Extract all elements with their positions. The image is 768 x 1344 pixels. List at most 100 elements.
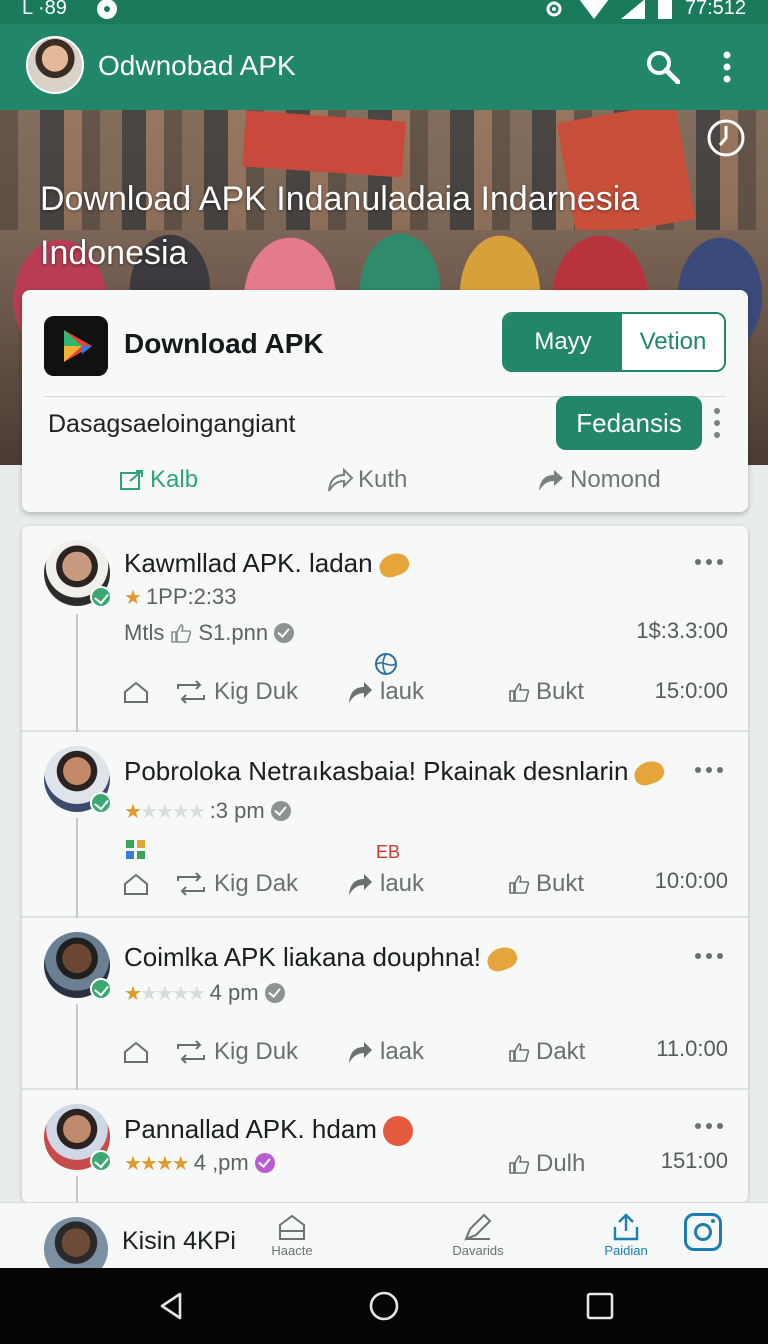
- like-action[interactable]: Bukt: [508, 870, 584, 898]
- verified-check-icon: [90, 978, 112, 1000]
- post-item[interactable]: Pannallad APK. hdam ★★★★ 4 ,pm Dulh 151:…: [22, 1090, 748, 1202]
- like-action[interactable]: Dakt: [508, 1038, 585, 1066]
- kalb-action[interactable]: Kalb: [118, 466, 198, 494]
- home-button-icon[interactable]: [368, 1290, 400, 1322]
- author-avatar[interactable]: [44, 1104, 112, 1172]
- nav-item-haacte[interactable]: Haacte: [252, 1213, 332, 1258]
- meta-time: 4 pm: [209, 980, 259, 1005]
- kuth-label: Kuth: [358, 466, 408, 493]
- repost-action[interactable]: Kig Dak: [174, 870, 298, 898]
- like-action[interactable]: Dulh: [508, 1150, 585, 1178]
- segment-mayy[interactable]: Mayy: [504, 314, 622, 370]
- app-name: Download APK: [124, 328, 324, 359]
- bottom-navigation: Kisin 4KPi Haacte Davarids Paidian: [0, 1202, 768, 1281]
- more-vert-icon[interactable]: [708, 406, 726, 440]
- notification-dot-icon: [96, 0, 117, 19]
- repost-icon: [177, 1040, 205, 1064]
- post-meta-row: ★★★★★ :3 pm: [124, 798, 291, 824]
- like-label: Dakt: [536, 1038, 586, 1065]
- post-item[interactable]: Pobroloka Netraıkasbaia! Pkainak desnlar…: [22, 732, 748, 918]
- signal-icon: [620, 0, 645, 19]
- nomond-action[interactable]: Nomond: [536, 466, 661, 494]
- home-icon: [279, 1214, 305, 1240]
- back-icon[interactable]: [156, 1290, 188, 1322]
- repost-icon: [177, 680, 205, 704]
- thumb-up-icon: [509, 875, 530, 894]
- repost-icon: [177, 872, 205, 896]
- post-item[interactable]: Coimlka APK liakana douphna! ★★★★★ 4 pm …: [22, 918, 748, 1090]
- globe-icon: [375, 653, 397, 675]
- nav-item-paidian[interactable]: Paidian: [586, 1213, 666, 1258]
- share-action[interactable]: lauk: [346, 870, 424, 898]
- more-horiz-icon[interactable]: [694, 1122, 724, 1130]
- action-time: 151:00: [660, 1148, 728, 1173]
- nav-label: Davarids: [452, 1243, 504, 1258]
- verified-check-icon: [90, 792, 112, 814]
- status-left-text: L ·89: [22, 0, 67, 19]
- author-avatar[interactable]: [44, 932, 112, 1000]
- thumb-up-icon: [509, 683, 530, 702]
- meta-time: 4 ,pm: [193, 1150, 249, 1175]
- status-bar: L ·89 77:512: [0, 0, 768, 24]
- forward-icon: [328, 467, 354, 492]
- like-label: Dulh: [536, 1150, 586, 1177]
- meta-label: Mtls: [124, 620, 165, 645]
- post-meta-row: ★★★★★ 4 pm: [124, 980, 285, 1006]
- badge-label: EB: [376, 842, 401, 862]
- thread-line: [76, 1004, 78, 1090]
- thread-line: [76, 1176, 78, 1202]
- action-time: 11.0:00: [656, 1036, 728, 1061]
- kalb-label: Kalb: [150, 466, 199, 493]
- play-store-icon: [44, 316, 108, 376]
- star-rating-icon: ★★★★★: [124, 982, 206, 1005]
- upload-icon: [613, 1213, 639, 1241]
- home-outline-icon[interactable]: [122, 680, 150, 706]
- hero-title: Download APK Indanuladaia Indarnesia Ind…: [40, 180, 640, 272]
- share-action[interactable]: lauk: [346, 678, 424, 706]
- thumb-up-icon: [509, 1043, 530, 1062]
- edit-icon: [464, 1213, 492, 1241]
- thread-line: [76, 614, 78, 732]
- more-vert-icon[interactable]: [716, 50, 738, 84]
- star-rating-icon: ★★★★: [124, 1152, 190, 1175]
- post-rating-row: ★ 1PP:2:33: [124, 584, 236, 610]
- verified-badge-icon: [274, 623, 295, 643]
- like-label: Bukt: [536, 870, 585, 897]
- profile-avatar[interactable]: [26, 36, 84, 94]
- recents-icon[interactable]: [584, 1290, 616, 1322]
- app-bar: Odwnobad APK: [0, 24, 768, 110]
- post-item[interactable]: Kawmllad APK. ladan ★ 1PP:2:33 Mtls S1.p…: [22, 526, 748, 732]
- search-icon[interactable]: [646, 50, 680, 84]
- author-avatar[interactable]: [44, 746, 112, 814]
- more-horiz-icon[interactable]: [694, 952, 724, 960]
- post-title: Kawmllad APK. ladan: [124, 548, 412, 581]
- repost-label: Kig Duk: [214, 678, 299, 705]
- share-arrow-icon: [349, 1042, 372, 1063]
- kuth-action[interactable]: Kuth: [326, 466, 407, 494]
- app-grid-icon: [126, 840, 145, 859]
- home-outline-icon[interactable]: [122, 1040, 150, 1066]
- repost-action[interactable]: Kig Duk: [174, 1038, 298, 1066]
- nav-item-davarids[interactable]: Davarids: [438, 1213, 518, 1258]
- version-segmented-control: Mayy Vetion: [502, 312, 726, 372]
- more-horiz-icon[interactable]: [694, 766, 724, 774]
- meta-time: S1.pnn: [198, 620, 269, 645]
- repost-action[interactable]: Kig Duk: [174, 678, 298, 706]
- fedansis-button[interactable]: Fedansis: [556, 396, 702, 450]
- share-label: laak: [380, 1038, 425, 1065]
- segment-vetion[interactable]: Vetion: [622, 314, 724, 370]
- post-title: Pannallad APK. hdam: [124, 1114, 413, 1147]
- home-outline-icon[interactable]: [122, 872, 150, 898]
- instagram-icon[interactable]: [684, 1213, 722, 1251]
- cup-emoji-icon: [382, 1116, 413, 1147]
- timer-icon[interactable]: [706, 118, 746, 158]
- share-arrow-icon: [349, 874, 372, 895]
- verified-badge-icon: [264, 983, 285, 1003]
- share-action[interactable]: laak: [346, 1038, 424, 1066]
- post-feed: Kawmllad APK. ladan ★ 1PP:2:33 Mtls S1.p…: [22, 526, 748, 1202]
- like-action[interactable]: Bukt: [508, 678, 584, 706]
- author-avatar[interactable]: [44, 540, 112, 608]
- verified-badge-icon: [270, 801, 291, 821]
- more-horiz-icon[interactable]: [694, 558, 724, 566]
- clap-emoji-icon: [375, 549, 412, 581]
